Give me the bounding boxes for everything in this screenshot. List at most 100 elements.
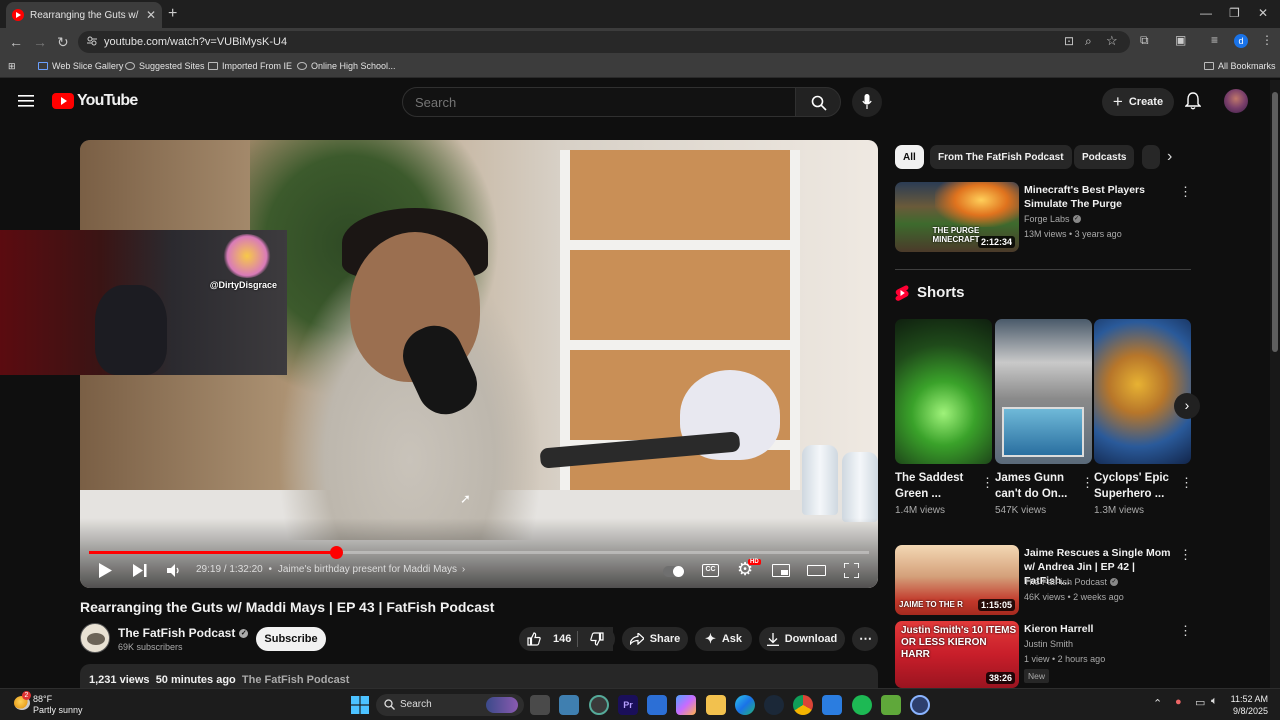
ask-button[interactable]: ✦ Ask	[695, 627, 752, 651]
recommendation-thumbnail[interactable]: THE PURGE MINECRAFT 2:12:34	[895, 182, 1019, 252]
forward-icon[interactable]: →	[33, 34, 47, 50]
new-tab-icon[interactable]: +	[168, 5, 177, 23]
theater-mode-icon[interactable]	[807, 565, 826, 576]
widgets-icon[interactable]	[559, 695, 579, 715]
tray-overflow-icon[interactable]: ⌃	[1153, 697, 1162, 710]
short-item[interactable]: The Saddest Green ... 1.4M views ⋮	[895, 319, 994, 516]
more-options-icon[interactable]: ⋮	[1179, 184, 1192, 200]
recommendation-channel[interactable]: Forge Labs ✓	[1024, 214, 1081, 224]
dislike-button[interactable]	[578, 627, 615, 651]
task-view-icon[interactable]	[530, 695, 550, 715]
chips-next-icon[interactable]: ›	[1167, 148, 1172, 166]
short-title[interactable]: The Saddest Green ...	[895, 470, 975, 502]
maximize-icon[interactable]: ❐	[1229, 6, 1240, 20]
copilot-icon[interactable]	[676, 695, 696, 715]
share-button[interactable]: Share	[622, 627, 688, 651]
app-icon[interactable]	[910, 695, 930, 715]
microsoft-store-icon[interactable]	[647, 695, 667, 715]
close-tab-icon[interactable]: ✕	[146, 8, 156, 22]
create-button[interactable]: + Create	[1102, 88, 1174, 116]
taskbar-search[interactable]: Search	[376, 694, 524, 716]
channel-name[interactable]: The FatFish Podcast ✓	[118, 626, 249, 640]
chip-all[interactable]: All	[895, 145, 924, 169]
voice-search-button[interactable]	[852, 87, 882, 117]
play-icon[interactable]	[99, 563, 112, 578]
media-control-icon[interactable]: ≡	[1211, 33, 1218, 47]
volume-tray-icon[interactable]: 🔈︎	[1211, 695, 1218, 708]
channel-avatar[interactable]	[80, 623, 110, 653]
volume-icon[interactable]	[167, 564, 181, 577]
bookmark-star-icon[interactable]: ☆	[1106, 33, 1118, 49]
app-icon[interactable]	[589, 695, 609, 715]
subscribe-button[interactable]: Subscribe	[256, 627, 326, 651]
tab-search-icon[interactable]: ▣	[1175, 33, 1186, 47]
install-app-icon[interactable]: ⊡	[1064, 34, 1074, 48]
youtube-logo[interactable]: YouTube	[52, 92, 138, 110]
fullscreen-icon[interactable]	[844, 563, 859, 578]
notifications-bell-icon[interactable]	[1185, 92, 1201, 110]
weather-widget[interactable]: 88°F Partly sunny	[33, 694, 83, 716]
premiere-pro-icon[interactable]: Pr	[618, 695, 638, 715]
steam-icon[interactable]	[764, 695, 784, 715]
chip-from-channel[interactable]: From The FatFish Podcast	[930, 145, 1072, 169]
short-thumbnail[interactable]	[995, 319, 1092, 464]
chapter-title[interactable]: Jaime's birthday present for Maddi Mays	[278, 564, 457, 575]
chip-overflow[interactable]	[1142, 145, 1160, 169]
miniplayer-icon[interactable]	[772, 564, 790, 577]
close-window-icon[interactable]: ✕	[1258, 6, 1268, 20]
short-item[interactable]: Cyclops' Epic Superhero ... 1.3M views ⋮	[1094, 319, 1193, 516]
bookmark-web-slice-gallery[interactable]: Web Slice Gallery	[38, 61, 123, 71]
recommendation-title[interactable]: Minecraft's Best Players Simulate The Pu…	[1024, 183, 1172, 211]
chapter-chevron-icon[interactable]: ›	[462, 564, 465, 575]
short-title[interactable]: Cyclops' Epic Superhero ...	[1094, 470, 1174, 502]
edge-icon[interactable]	[735, 695, 755, 715]
back-icon[interactable]: ←	[9, 34, 23, 50]
short-thumbnail[interactable]	[895, 319, 992, 464]
site-info-icon[interactable]	[87, 36, 97, 46]
more-options-icon[interactable]: ⋮	[1179, 623, 1192, 639]
more-options-icon[interactable]: ⋮	[1081, 475, 1094, 491]
profile-avatar[interactable]: d	[1234, 34, 1248, 48]
hamburger-menu-icon[interactable]	[18, 94, 34, 108]
account-avatar[interactable]	[1224, 89, 1248, 113]
apps-grid-icon[interactable]: ⊞	[8, 61, 16, 72]
search-button[interactable]	[795, 87, 841, 117]
search-input[interactable]	[415, 95, 783, 110]
windows-start-icon[interactable]	[351, 696, 369, 714]
extensions-icon[interactable]: ⧉	[1140, 33, 1149, 48]
system-clock[interactable]: 11:52 AM 9/8/2025	[1228, 693, 1268, 717]
more-options-icon[interactable]: ⋮	[1180, 475, 1193, 491]
spotify-icon[interactable]	[852, 695, 872, 715]
omnibox[interactable]: youtube.com/watch?v=VUBiMysK-U4 ⊡ ⌕ ☆	[78, 31, 1130, 53]
captions-icon[interactable]: CC	[702, 564, 719, 577]
bookmark-suggested-sites[interactable]: Suggested Sites	[125, 61, 205, 71]
microphone-tray-icon[interactable]: ●	[1175, 696, 1182, 708]
search-box[interactable]	[402, 87, 796, 117]
browser-menu-icon[interactable]: ⋮	[1261, 33, 1273, 47]
bookmark-online-high-school[interactable]: Online High School...	[297, 61, 396, 71]
scrollbar-thumb[interactable]	[1272, 92, 1278, 352]
more-options-icon[interactable]: ⋮	[981, 475, 994, 491]
shorts-next-icon[interactable]: ›	[1174, 393, 1200, 419]
channel-name-label[interactable]: The FatFish Podcast	[118, 626, 235, 640]
chrome-icon[interactable]	[793, 695, 813, 715]
recommendation-item[interactable]: Justin Smith's 10 ITEMS OR LESS KIERON H…	[895, 621, 1192, 688]
page-scrollbar[interactable]	[1270, 80, 1280, 688]
recommendation-thumbnail[interactable]: JAIME TO THE R 1:15:05	[895, 545, 1019, 615]
recommendation-thumbnail[interactable]: Justin Smith's 10 ITEMS OR LESS KIERON H…	[895, 621, 1019, 688]
chip-podcasts[interactable]: Podcasts	[1074, 145, 1135, 169]
settings-icon[interactable]: ⚙ HD	[737, 559, 761, 580]
minecraft-icon[interactable]	[881, 695, 901, 715]
more-actions-button[interactable]: ⋯	[852, 627, 878, 651]
all-bookmarks[interactable]: All Bookmarks	[1204, 61, 1276, 71]
app-icon[interactable]	[822, 695, 842, 715]
network-icon[interactable]: ▭	[1195, 696, 1205, 709]
recommendation-item[interactable]: THE PURGE MINECRAFT 2:12:34 Minecraft's …	[895, 182, 1192, 252]
recommendation-item[interactable]: JAIME TO THE R 1:15:05 Jaime Rescues a S…	[895, 545, 1192, 615]
minimize-icon[interactable]: —	[1200, 6, 1212, 20]
recommendation-channel[interactable]: The FatFish Podcast ✓	[1024, 577, 1119, 587]
autoplay-toggle[interactable]	[663, 566, 685, 577]
recommendation-title[interactable]: Kieron Harrell	[1024, 622, 1172, 636]
browser-tab[interactable]: Rearranging the Guts w/ Madd ✕	[6, 2, 162, 28]
more-options-icon[interactable]: ⋮	[1179, 547, 1192, 563]
